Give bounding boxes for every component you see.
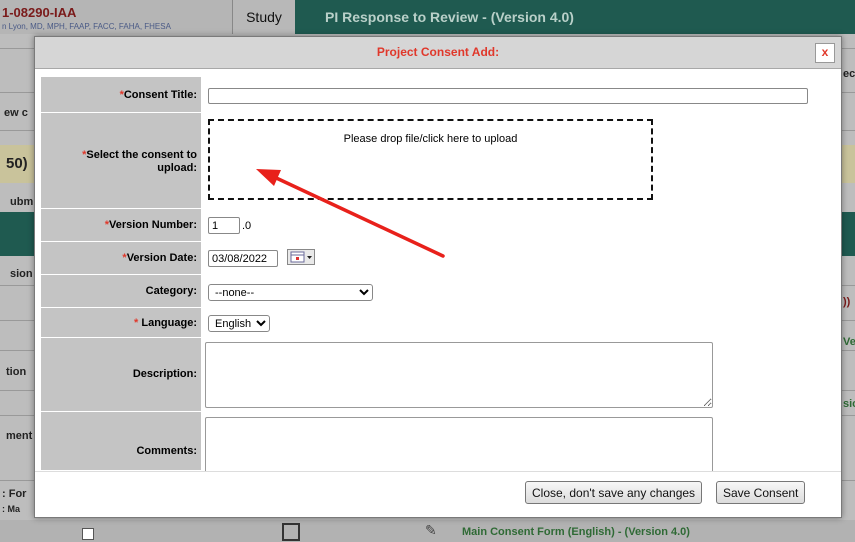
- description-label: Description:: [41, 338, 201, 412]
- version-date-input[interactable]: [208, 250, 278, 267]
- upload-label: *Select the consent to upload:: [41, 113, 201, 209]
- bg-fragment-ubm: ubm: [10, 196, 34, 208]
- description-textarea[interactable]: [205, 342, 713, 408]
- bg-fragment-ver: Ver: [843, 336, 855, 348]
- consent-add-dialog: Project Consent Add: x *Consent Title: *…: [34, 36, 842, 518]
- consent-form: *Consent Title: *Select the consent to u…: [35, 77, 841, 471]
- page-title: PI Response to Review - (Version 4.0): [325, 9, 574, 25]
- tab-study[interactable]: Study: [232, 0, 296, 34]
- bg-fragment-ma: : Ma: [2, 504, 20, 514]
- dialog-title-text: Project Consent Add:: [376, 45, 500, 59]
- category-label: Category:: [41, 275, 201, 308]
- page-header: PI Response to Review - (Version 4.0): [295, 0, 855, 34]
- language-label: * Language:: [41, 308, 201, 338]
- consent-title-label: *Consent Title:: [41, 77, 201, 113]
- attachment-icon[interactable]: ✎: [425, 522, 437, 539]
- bg-fragment-ect: ect: [843, 68, 855, 80]
- open-icon[interactable]: [282, 523, 300, 541]
- record-header: 1-08290-IAA n Lyon, MD, MPH, FAAP, FACC,…: [0, 0, 232, 34]
- language-select[interactable]: English: [208, 315, 270, 332]
- bg-fragment-sion: sion: [10, 268, 33, 280]
- dialog-title: Project Consent Add: x: [35, 37, 841, 69]
- version-number-input[interactable]: [208, 217, 240, 234]
- calendar-icon: [290, 251, 312, 263]
- save-consent-button[interactable]: Save Consent: [716, 481, 806, 504]
- category-select[interactable]: --none--: [208, 284, 373, 301]
- calendar-button[interactable]: [287, 249, 315, 265]
- close-button[interactable]: x: [815, 43, 835, 63]
- comments-textarea[interactable]: [205, 417, 713, 471]
- bg-fragment-ew: ew c: [4, 107, 28, 119]
- dropzone-text: Please drop file/click here to upload: [343, 133, 518, 145]
- bg-fragment-tion: tion: [6, 366, 27, 378]
- bg-fragment-sio: sio: [843, 398, 855, 410]
- cancel-button[interactable]: Close, don't save any changes: [525, 481, 703, 504]
- dialog-footer: Close, don't save any changes Save Conse…: [35, 471, 841, 518]
- bg-fragment-for: : For: [2, 488, 27, 500]
- version-number-suffix: .0: [242, 220, 252, 232]
- record-id: 1-08290-IAA: [2, 5, 77, 20]
- bg-fragment-ment: ment: [6, 430, 33, 442]
- row-checkbox[interactable]: [82, 528, 94, 540]
- comments-label: Comments:: [41, 412, 201, 471]
- bg-fragment-right: )): [843, 296, 851, 308]
- version-number-label: *Version Number:: [41, 209, 201, 242]
- pi-name: n Lyon, MD, MPH, FAAP, FACC, FAHA, FHESA: [2, 22, 171, 31]
- bg-bottom-row: ✎ Main Consent Form (English) - (Version…: [0, 520, 855, 542]
- bg-bottom-row-text: Main Consent Form (English) - (Version 4…: [462, 526, 690, 538]
- version-date-label: *Version Date:: [41, 242, 201, 275]
- file-dropzone[interactable]: Please drop file/click here to upload: [208, 119, 653, 200]
- consent-title-input[interactable]: [208, 88, 808, 104]
